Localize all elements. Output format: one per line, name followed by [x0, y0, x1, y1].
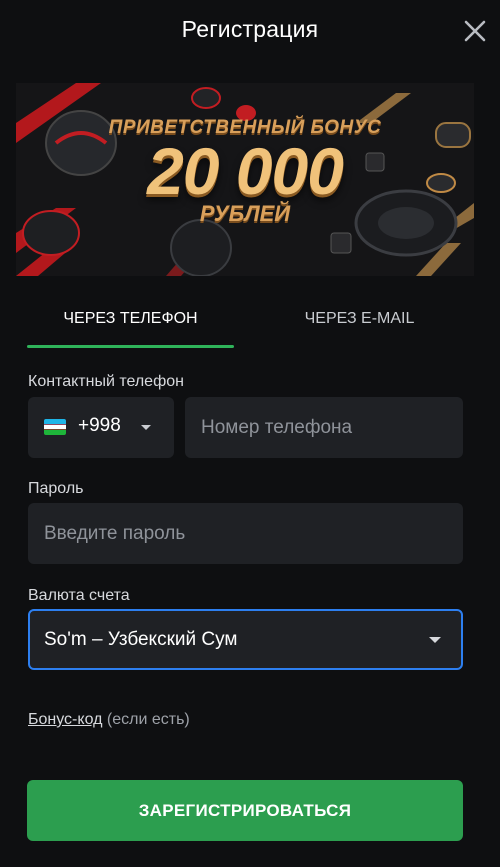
- welcome-bonus-banner: ПРИВЕТСТВЕННЫЙ БОНУС 20 000 РУБЛЕЙ: [16, 83, 474, 276]
- password-label: Пароль: [28, 480, 84, 497]
- page-title: Регистрация: [181, 16, 319, 42]
- banner-amount: 20 000: [147, 134, 344, 208]
- country-code-select[interactable]: +998: [28, 397, 174, 458]
- bonus-code-link[interactable]: Бонус-код: [28, 711, 102, 728]
- chevron-down-icon: [141, 425, 151, 430]
- country-code: +998: [78, 415, 121, 436]
- uzbekistan-flag-icon: [44, 419, 66, 435]
- banner-currency: РУБЛЕЙ: [199, 201, 291, 226]
- chevron-down-icon: [429, 637, 441, 643]
- active-tab-indicator: [27, 345, 234, 348]
- tab-email[interactable]: ЧЕРЕЗ E-MAIL: [256, 296, 463, 348]
- password-input[interactable]: [28, 503, 463, 564]
- phone-label: Контактный телефон: [28, 373, 184, 390]
- phone-field[interactable]: [185, 397, 463, 458]
- modal-header: Регистрация: [0, 0, 500, 64]
- currency-label: Валюта счета: [28, 587, 130, 604]
- registration-method-tabs: ЧЕРЕЗ ТЕЛЕФОН ЧЕРЕЗ E-MAIL: [27, 296, 463, 348]
- register-button[interactable]: ЗАРЕГИСТРИРОВАТЬСЯ: [27, 780, 463, 841]
- password-field[interactable]: [28, 503, 463, 564]
- currency-select[interactable]: So'm – Узбекский Сум: [28, 609, 463, 670]
- bonus-code-hint: (если есть): [102, 711, 190, 728]
- bonus-code-row: Бонус-код (если есть): [28, 711, 190, 729]
- phone-input[interactable]: [185, 397, 463, 458]
- currency-value: So'm – Узбекский Сум: [44, 629, 238, 650]
- close-icon[interactable]: [462, 18, 488, 44]
- tab-phone[interactable]: ЧЕРЕЗ ТЕЛЕФОН: [27, 296, 234, 348]
